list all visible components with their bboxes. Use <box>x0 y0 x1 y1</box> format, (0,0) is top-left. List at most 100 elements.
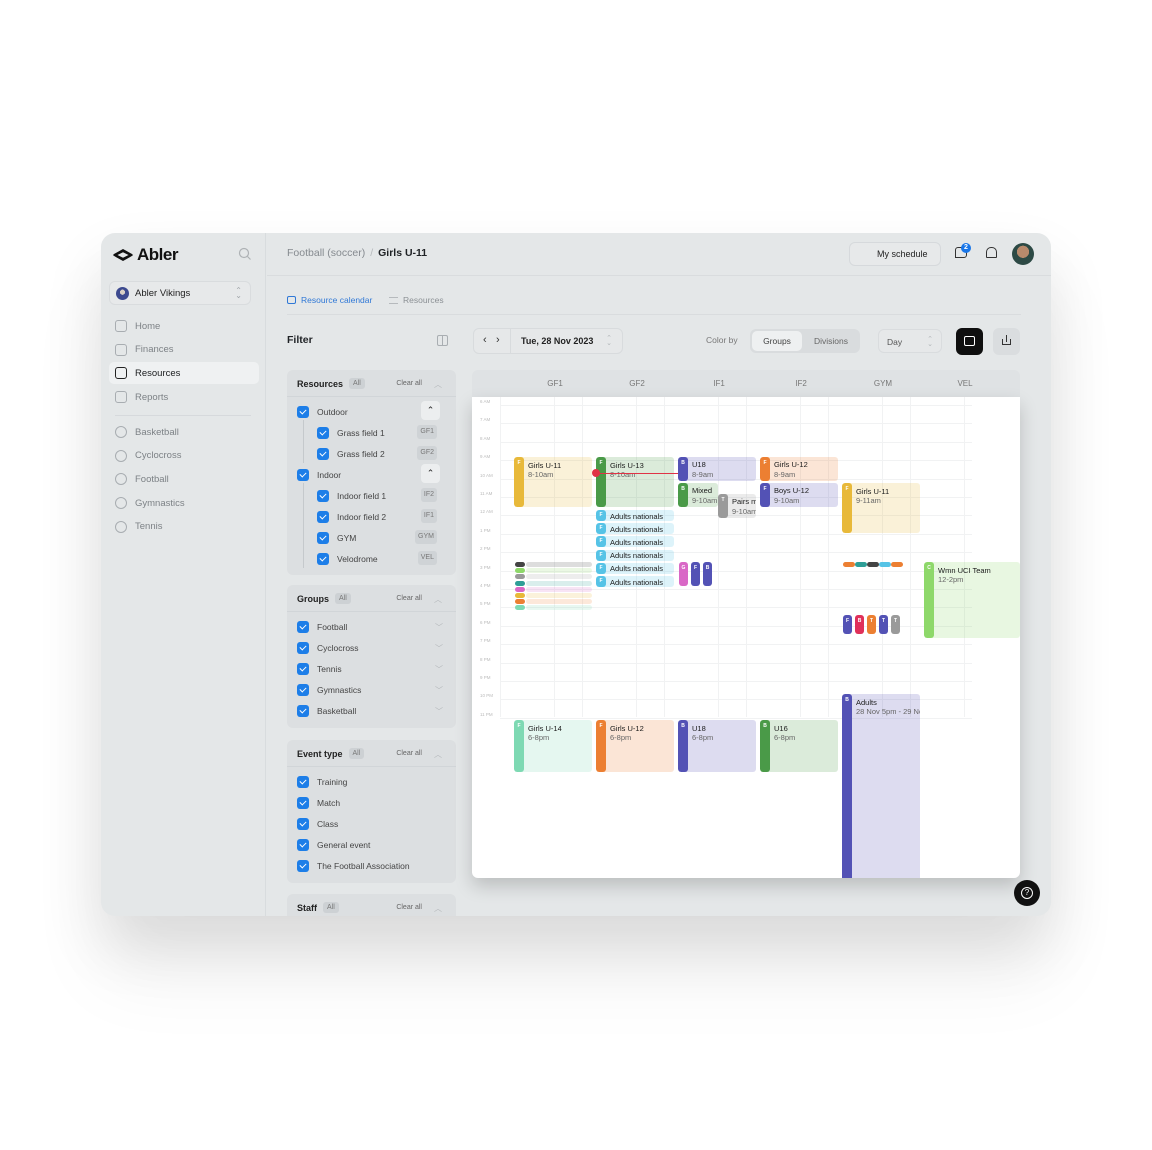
collapsed-event-dot[interactable] <box>867 562 879 567</box>
calendar-event[interactable]: B Adults 28 Nov 5pm - 29 Nov <box>842 694 920 878</box>
calendar-event[interactable]: B Mixed 9-10am <box>678 483 718 507</box>
chevron-down-icon[interactable]: ﹀ <box>435 706 443 717</box>
collapsed-event-badge[interactable]: B <box>703 562 712 586</box>
calendar-event[interactable]: F Adults nationals <box>596 549 674 561</box>
checkbox[interactable] <box>317 511 329 523</box>
collapsed-event-dot[interactable] <box>891 562 903 567</box>
collapsed-event-bar[interactable] <box>526 574 592 580</box>
calendar-event[interactable]: F Girls U-13 8-10am <box>596 457 674 507</box>
collapsed-event-badge[interactable]: G <box>679 562 688 586</box>
calendar-event[interactable]: F Adults nationals <box>596 562 674 574</box>
checkbox[interactable] <box>297 406 309 418</box>
collapsed-event-dot[interactable] <box>879 562 891 567</box>
calendar-event[interactable]: B U16 6-8pm <box>760 720 838 772</box>
calendar-event[interactable]: B U18 6-8pm <box>678 720 756 772</box>
sidebar-item-basketball[interactable]: Basketball <box>109 421 259 443</box>
view-select[interactable]: Day ⌃ ⌄ <box>878 329 942 353</box>
all-chip[interactable]: All <box>348 748 365 759</box>
my-schedule-button[interactable]: My schedule <box>849 242 941 266</box>
resource-item[interactable]: Grass field 1 GF1 <box>317 425 447 441</box>
sidebar-item-home[interactable]: Home <box>109 315 259 337</box>
app-logo[interactable]: Abler <box>113 245 178 265</box>
event-type-item[interactable]: General event <box>297 837 447 853</box>
checkbox[interactable] <box>317 532 329 544</box>
chevron-down-icon[interactable]: ﹀ <box>435 622 443 633</box>
calendar-event[interactable]: F Adults nationals <box>596 536 674 548</box>
calendar-event[interactable]: F Girls U-11 8-10am <box>514 457 592 507</box>
chevron-down-icon[interactable]: ﹀ <box>435 664 443 675</box>
collapsed-event-bar[interactable] <box>526 605 592 611</box>
sidebar-item-football[interactable]: Football <box>109 468 259 490</box>
sidebar-item-gymnastics[interactable]: Gymnastics <box>109 492 259 514</box>
checkbox[interactable] <box>317 490 329 502</box>
bell-icon[interactable] <box>986 247 997 258</box>
chevron-up-icon[interactable]: ⌃ <box>421 464 440 483</box>
resource-item[interactable]: Grass field 2 GF2 <box>317 446 447 462</box>
collapsed-event-badge[interactable]: B <box>855 615 864 634</box>
collapsed-event-badge[interactable]: F <box>691 562 700 586</box>
checkbox[interactable] <box>297 642 309 654</box>
all-chip[interactable]: All <box>349 378 365 389</box>
checkbox[interactable] <box>317 553 329 565</box>
all-chip[interactable]: All <box>335 593 351 604</box>
tab-resource-calendar[interactable]: Resource calendar <box>287 286 375 315</box>
checkbox[interactable] <box>297 663 309 675</box>
collapsed-event-bar[interactable] <box>526 580 592 586</box>
collapse-panel-icon[interactable] <box>437 335 448 346</box>
clear-all-button[interactable]: Clear all <box>396 595 422 602</box>
checkbox[interactable] <box>297 469 309 481</box>
prev-day-button[interactable]: ‹ <box>483 334 487 346</box>
export-button[interactable] <box>993 328 1020 355</box>
color-by-groups[interactable]: Groups <box>752 331 802 351</box>
checkbox[interactable] <box>297 705 309 717</box>
resource-item[interactable]: Indoor field 1 IF2 <box>317 488 447 504</box>
breadcrumb-parent[interactable]: Football (soccer) <box>287 247 365 259</box>
resource-item[interactable]: GYM GYM <box>317 530 447 546</box>
collapsed-event-bar[interactable] <box>526 568 592 574</box>
clear-all-button[interactable]: Clear all <box>396 904 422 911</box>
calendar-event[interactable]: F Girls U-12 6-8pm <box>596 720 674 772</box>
sidebar-item-reports[interactable]: Reports <box>109 386 259 408</box>
clear-all-button[interactable]: Clear all <box>396 750 422 757</box>
color-by-divisions[interactable]: Divisions <box>804 331 858 351</box>
calendar-event[interactable]: F Girls U-14 6-8pm <box>514 720 592 772</box>
checkbox[interactable] <box>297 818 309 830</box>
event-type-item[interactable]: Training <box>297 774 447 790</box>
calendar-event[interactable]: F Adults nationals <box>596 576 674 587</box>
collapsed-event-badge[interactable]: T <box>867 615 876 634</box>
event-type-item[interactable]: Class <box>297 816 447 832</box>
chevron-down-icon[interactable]: ﹀ <box>435 685 443 696</box>
tab-resources[interactable]: Resources <box>389 286 444 314</box>
calendar-event[interactable]: F Adults nationals <box>596 523 674 535</box>
event-type-item[interactable]: The Football Association <box>297 858 447 874</box>
calendar-event[interactable]: F Boys U-12 9-10am <box>760 483 838 507</box>
checkbox[interactable] <box>297 684 309 696</box>
collapsed-event-bar[interactable] <box>526 599 592 605</box>
event-type-item[interactable]: Match <box>297 795 447 811</box>
org-switcher[interactable]: Abler Vikings ⌃ ⌄ <box>109 281 251 305</box>
calendar-event[interactable]: T Pairs m 9-10am <box>718 494 756 518</box>
chevron-up-icon[interactable]: ︿ <box>434 903 442 914</box>
chevron-updown-icon[interactable]: ⌃ ⌄ <box>606 335 612 347</box>
calendar-grid[interactable]: 6 AM 7 AM 8 AM 9 AM 10 AM 11 AM 12 AM 1 PM 2 PM 3… <box>472 397 1020 878</box>
checkbox[interactable] <box>297 776 309 788</box>
sidebar-item-resources[interactable]: Resources <box>109 362 259 385</box>
current-date[interactable]: Tue, 28 Nov 2023 <box>521 336 593 346</box>
sidebar-item-tennis[interactable]: Tennis <box>109 516 259 538</box>
calendar-event[interactable]: F Adults nationals <box>596 510 674 521</box>
resource-item[interactable]: Velodrome VEL <box>317 551 447 567</box>
group-item[interactable]: Basketball ﹀ <box>297 703 447 719</box>
group-item[interactable]: Tennis ﹀ <box>297 661 447 677</box>
search-icon[interactable] <box>238 247 252 261</box>
group-item[interactable]: Gymnastics ﹀ <box>297 682 447 698</box>
collapsed-event-bar[interactable] <box>526 593 592 598</box>
collapsed-event-badge[interactable]: T <box>879 615 888 634</box>
sidebar-item-finances[interactable]: Finances <box>109 339 259 361</box>
calendar-event[interactable]: F Girls U-12 8-9am <box>760 457 838 481</box>
next-day-button[interactable]: › <box>496 334 500 346</box>
clear-all-button[interactable]: Clear all <box>396 380 422 387</box>
chevron-up-icon[interactable]: ︿ <box>434 594 442 605</box>
collapsed-event-badge[interactable]: T <box>891 615 900 634</box>
resource-item[interactable]: Indoor field 2 IF1 <box>317 509 447 525</box>
sidebar-item-cyclocross[interactable]: Cyclocross <box>109 445 259 467</box>
